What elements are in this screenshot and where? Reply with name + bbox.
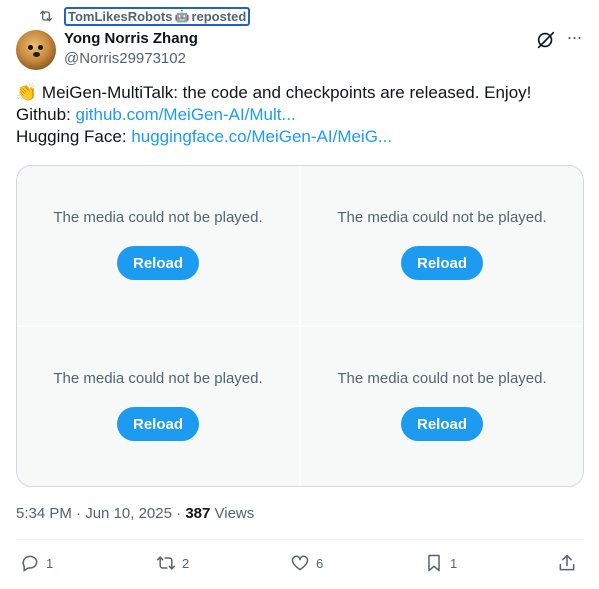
hf-label: Hugging Face: [16,127,127,146]
views-label: Views [214,505,255,522]
repost-count: 2 [182,555,190,571]
divider [16,539,583,540]
media-grid: The media could not be played. Reload Th… [16,165,584,487]
reload-button[interactable]: Reload [117,407,199,441]
share-button[interactable] [557,553,583,573]
bookmark-count: 1 [450,555,458,571]
repost-button[interactable]: 2 [156,553,189,573]
bookmark-button[interactable]: 1 [424,553,457,573]
meta-separator: · [76,505,86,522]
tweet-body: MeiGen-MultiTalk: the code and checkpoin… [41,83,532,102]
like-button[interactable]: 6 [290,553,323,573]
media-cell: The media could not be played. Reload [17,166,299,325]
tweet-line-github: Github: github.com/MeiGen-AI/Mult... [16,104,586,126]
action-bar: 1 2 6 1 [16,553,583,577]
views-count: 387 [185,505,211,522]
media-error-message: The media could not be played. [53,370,263,387]
github-label: Github: [16,105,71,124]
author-handle[interactable]: @Norris29973102 [64,50,186,67]
repost-label: reposted [191,8,247,24]
hf-link[interactable]: huggingface.co/MeiGen-AI/MeiG... [131,127,392,146]
reply-button[interactable]: 1 [20,553,53,573]
media-cell: The media could not be played. Reload [301,166,583,325]
avatar-eye [38,45,43,50]
bookmark-icon [428,554,440,572]
grok-icon[interactable] [535,29,557,51]
avatar-nose [33,52,40,57]
tweet-text: 👏 MeiGen-MultiTalk: the code and checkpo… [16,82,586,148]
repost-icon [38,7,56,25]
repost-user-name[interactable]: TomLikesRobots [68,9,173,24]
tweet-line-1: 👏 MeiGen-MultiTalk: the code and checkpo… [16,82,586,104]
tweet-date[interactable]: Jun 10, 2025 [85,505,172,522]
like-count: 6 [316,555,324,571]
repost-context: TomLikesRobots 🤖 reposted [38,6,251,26]
avatar-eye [28,45,33,50]
tweet-line-hf: Hugging Face: huggingface.co/MeiGen-AI/M… [16,126,586,148]
reply-count: 1 [46,555,54,571]
media-error-message: The media could not be played. [337,370,547,387]
clap-emoji: 👏 [16,83,38,102]
tweet-time[interactable]: 5:34 PM [16,505,72,522]
reply-icon [22,555,38,572]
reload-button[interactable]: Reload [401,407,483,441]
media-cell: The media could not be played. Reload [301,327,583,486]
author-name[interactable]: Yong Norris Zhang [64,30,198,47]
media-cell: The media could not be played. Reload [17,327,299,486]
share-icon [559,554,575,571]
reload-button[interactable]: Reload [401,246,483,280]
repost-icon [156,556,176,570]
tweet-meta: 5:34 PM · Jun 10, 2025 · 387 Views [16,505,254,522]
avatar[interactable] [16,30,56,70]
repost-user-link[interactable]: TomLikesRobots 🤖 reposted [64,6,251,26]
like-icon [291,555,309,571]
meta-separator: · [176,505,186,522]
more-icon[interactable]: ··· [564,28,584,49]
github-link[interactable]: github.com/MeiGen-AI/Mult... [76,105,296,124]
reload-button[interactable]: Reload [117,246,199,280]
media-error-message: The media could not be played. [53,209,263,226]
robot-emoji: 🤖 [174,8,190,23]
media-error-message: The media could not be played. [337,209,547,226]
